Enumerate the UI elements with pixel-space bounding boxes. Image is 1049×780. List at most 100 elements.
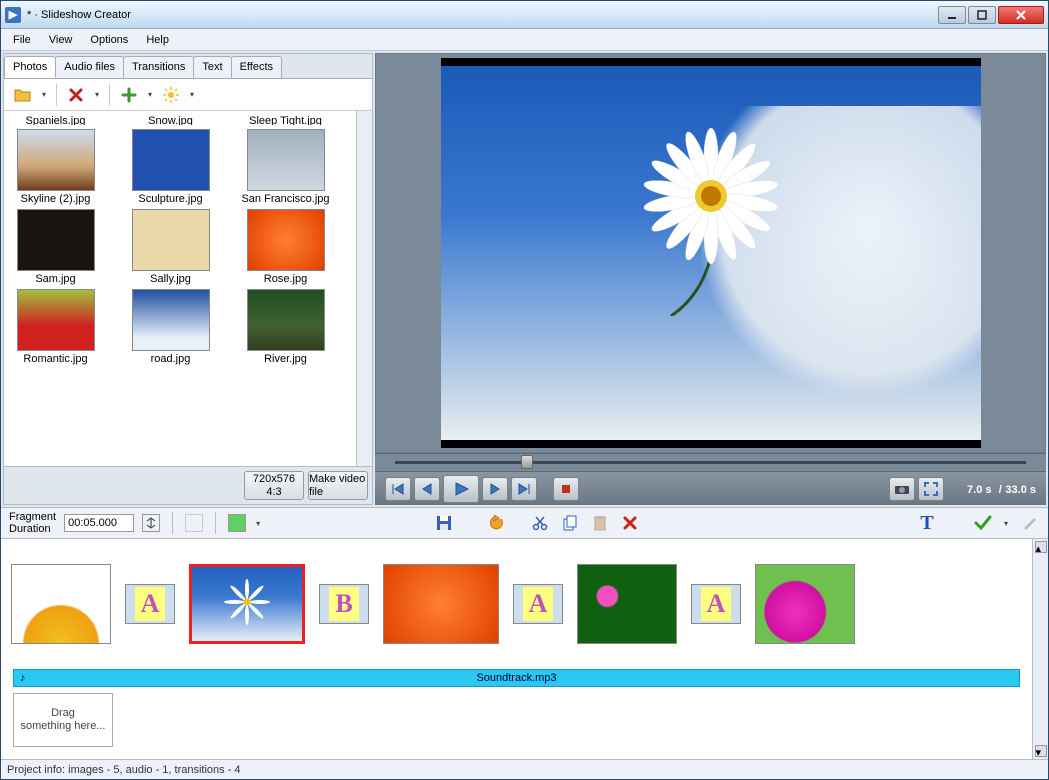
audio-track-label: Soundtrack.mp3 — [476, 672, 556, 684]
left-pane: Photos Audio files Transitions Text Effe… — [3, 53, 373, 505]
gallery-item[interactable]: San Francisco.jpg — [238, 129, 333, 205]
fragment-label: FragmentDuration — [9, 511, 56, 535]
tab-audio[interactable]: Audio files — [55, 56, 124, 78]
thumb-label: River.jpg — [264, 353, 307, 365]
save-icon[interactable] — [433, 512, 455, 534]
thumb-label: San Francisco.jpg — [241, 193, 329, 205]
minimize-button[interactable] — [938, 6, 966, 24]
sun-dropdown[interactable] — [188, 84, 196, 106]
check-icon[interactable] — [972, 512, 994, 534]
thumb-label: Rose.jpg — [264, 273, 307, 285]
timeline-clip[interactable] — [383, 564, 499, 644]
brush-icon[interactable] — [1018, 512, 1040, 534]
timeline-transition[interactable]: A — [513, 584, 563, 624]
gallery-item[interactable]: Skyline (2).jpg — [8, 129, 103, 205]
photo-gallery[interactable]: Spaniels.jpg Snow.jpg Sleep Tight.jpg Sk… — [4, 111, 356, 466]
blank-box[interactable] — [185, 514, 203, 532]
timeline-clip[interactable] — [577, 564, 677, 644]
stop-button[interactable] — [553, 477, 579, 501]
thumb-label: road.jpg — [151, 353, 191, 365]
thumb-label: Sam.jpg — [35, 273, 75, 285]
window-title: * · Slideshow Creator — [27, 9, 936, 21]
timeline-transition[interactable]: A — [125, 584, 175, 624]
tab-text[interactable]: Text — [193, 56, 231, 78]
timeline-clip[interactable] — [11, 564, 111, 644]
audio-track[interactable]: ♪ Soundtrack.mp3 — [13, 669, 1020, 687]
tab-photos[interactable]: Photos — [4, 56, 56, 78]
check-dropdown[interactable] — [1002, 512, 1010, 534]
thumb-label: Romantic.jpg — [23, 353, 87, 365]
face-dropdown[interactable] — [254, 512, 262, 534]
menu-help[interactable]: Help — [138, 32, 177, 48]
next-button[interactable] — [482, 477, 508, 501]
timeline-toolbar: FragmentDuration 00:05.000 T — [1, 507, 1048, 539]
timeline-clip[interactable] — [755, 564, 855, 644]
timeline-clip-selected[interactable] — [189, 564, 305, 644]
play-button[interactable] — [443, 475, 479, 503]
right-pane: 7.0 s / 33.0 s — [375, 53, 1046, 505]
cut-icon[interactable] — [529, 512, 551, 534]
open-dropdown[interactable] — [40, 84, 48, 106]
undo-icon[interactable] — [485, 512, 507, 534]
face-thumb[interactable] — [228, 514, 246, 532]
menu-options[interactable]: Options — [82, 32, 136, 48]
delete-dropdown[interactable] — [93, 84, 101, 106]
gallery-item[interactable]: Sally.jpg — [123, 209, 218, 285]
gallery-item[interactable]: Rose.jpg — [238, 209, 333, 285]
add-icon[interactable] — [118, 84, 140, 106]
thumb-label: Skyline (2).jpg — [21, 193, 91, 205]
seek-handle[interactable] — [521, 455, 533, 469]
close-button[interactable] — [998, 6, 1044, 24]
last-button[interactable] — [511, 477, 537, 501]
timeline-transition[interactable]: B — [319, 584, 369, 624]
timeline-transition[interactable]: A — [691, 584, 741, 624]
fullscreen-button[interactable] — [918, 477, 944, 501]
tab-transitions[interactable]: Transitions — [123, 56, 194, 78]
titlebar: ▶ * · Slideshow Creator — [1, 1, 1048, 29]
open-folder-icon[interactable] — [12, 84, 34, 106]
sun-icon[interactable] — [160, 84, 182, 106]
text-tool-icon[interactable]: T — [916, 512, 938, 534]
statusbar: Project info: images - 5, audio - 1, tra… — [1, 759, 1048, 779]
menubar: File View Options Help — [1, 29, 1048, 51]
timecode: 7.0 s / 33.0 s — [967, 481, 1036, 496]
separator — [56, 84, 57, 106]
add-dropdown[interactable] — [146, 84, 154, 106]
photos-toolbar — [4, 79, 372, 111]
gallery-item[interactable]: River.jpg — [238, 289, 333, 365]
delete-icon[interactable] — [65, 84, 87, 106]
gallery-item[interactable]: road.jpg — [123, 289, 218, 365]
menu-file[interactable]: File — [5, 32, 39, 48]
gallery-scrollbar[interactable] — [356, 111, 372, 466]
thumb-label: Sleep Tight.jpg — [249, 115, 322, 125]
gallery-item[interactable]: Romantic.jpg — [8, 289, 103, 365]
fragment-duration-input[interactable]: 00:05.000 — [64, 514, 134, 532]
gallery-item[interactable]: Sam.jpg — [8, 209, 103, 285]
menu-view[interactable]: View — [41, 32, 81, 48]
status-text: Project info: images - 5, audio - 1, tra… — [7, 764, 241, 776]
delete-clip-icon[interactable] — [619, 512, 641, 534]
make-video-button[interactable]: Make video file — [308, 471, 368, 500]
preview-area[interactable] — [375, 53, 1046, 453]
resolution-button[interactable]: 720x5764:3 — [244, 471, 304, 500]
paste-icon[interactable] — [589, 512, 611, 534]
preview-image — [441, 58, 981, 448]
maximize-button[interactable] — [968, 6, 996, 24]
app-icon: ▶ — [5, 7, 21, 23]
timeline[interactable]: A B A A — [1, 539, 1032, 669]
playback-controls: 7.0 s / 33.0 s — [375, 471, 1046, 505]
prev-button[interactable] — [414, 477, 440, 501]
apply-icon[interactable] — [142, 514, 160, 532]
separator — [109, 84, 110, 106]
note-icon: ♪ — [20, 672, 26, 684]
timeline-scrollbar[interactable]: ▴ ▾ — [1032, 539, 1048, 759]
seek-bar[interactable] — [375, 453, 1046, 471]
thumb-label: Snow.jpg — [148, 115, 193, 125]
tab-effects[interactable]: Effects — [231, 56, 282, 78]
first-button[interactable] — [385, 477, 411, 501]
copy-icon[interactable] — [559, 512, 581, 534]
snapshot-button[interactable] — [889, 477, 915, 501]
drop-zone[interactable]: Dragsomething here... — [13, 693, 113, 747]
gallery-item[interactable]: Sculpture.jpg — [123, 129, 218, 205]
tabs: Photos Audio files Transitions Text Effe… — [4, 54, 372, 79]
